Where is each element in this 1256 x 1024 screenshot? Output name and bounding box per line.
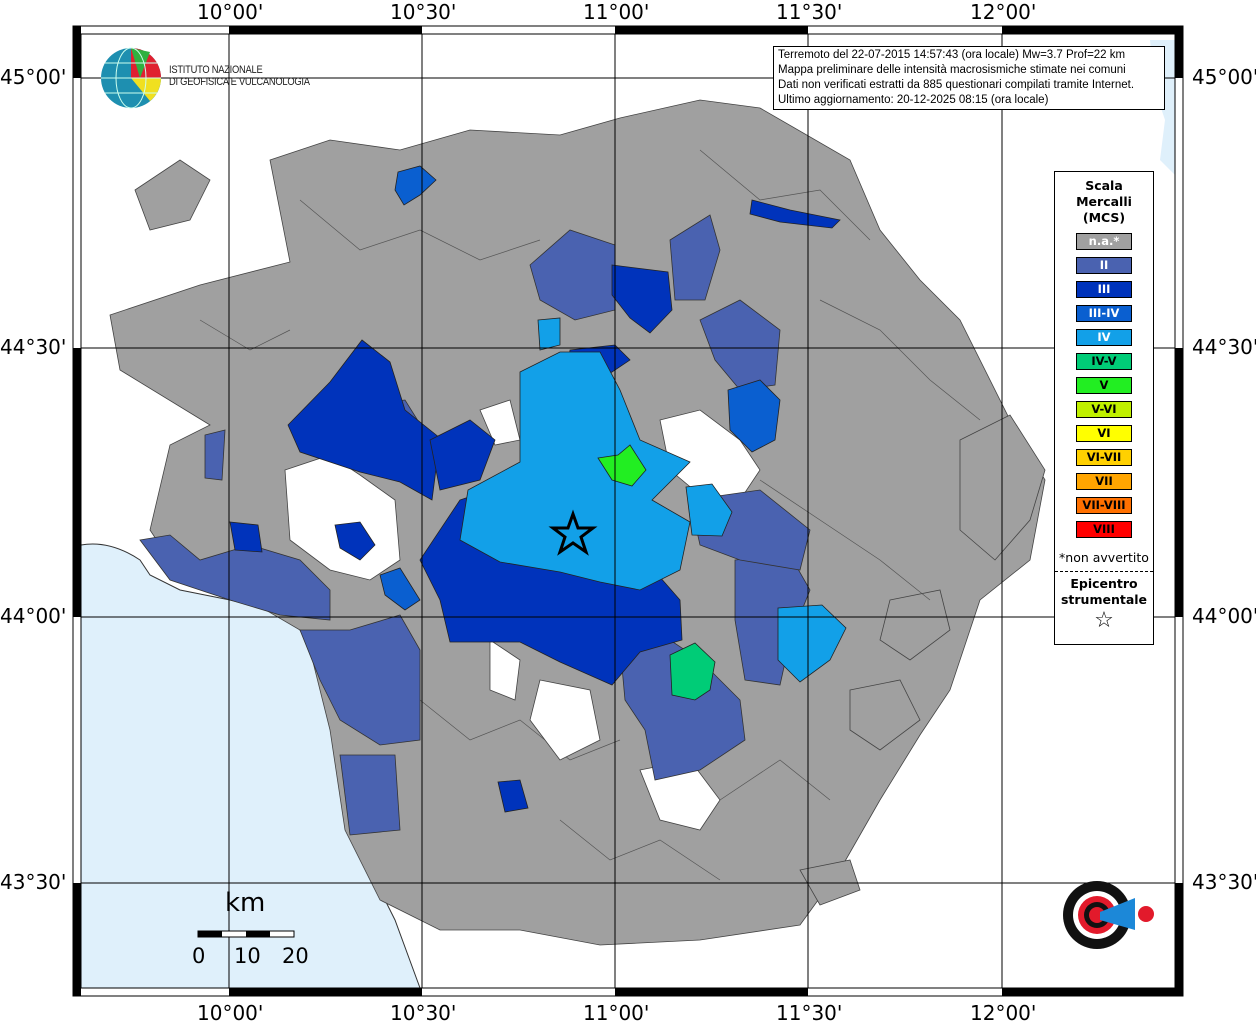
legend-swatch-na: n.a.* bbox=[1076, 233, 1132, 250]
info-line: Dati non verificati estratti da 885 ques… bbox=[778, 79, 1135, 91]
lat-label-left: 44°30' bbox=[0, 335, 67, 359]
legend-swatch-iii: III bbox=[1076, 281, 1132, 298]
lon-label-top: 11°00' bbox=[583, 0, 650, 24]
scale-label: 20 bbox=[282, 944, 309, 968]
legend-title-line: (MCS) bbox=[1082, 210, 1126, 225]
legend-title-line: Scala bbox=[1085, 178, 1123, 193]
legend-swatch-iv-v: IV-V bbox=[1076, 353, 1132, 370]
lat-label-right: 43°30' bbox=[1192, 870, 1256, 894]
lat-label-right: 44°30' bbox=[1192, 335, 1256, 359]
legend-swatch-vi-vii: VI-VII bbox=[1076, 449, 1132, 466]
lat-label-left: 45°00' bbox=[0, 65, 67, 89]
lon-label-top: 11°30' bbox=[776, 0, 843, 24]
legend-note: *non avvertito bbox=[1059, 550, 1149, 565]
lat-label-left: 43°30' bbox=[0, 870, 67, 894]
epicenter-legend-title: Epicentro strumentale bbox=[1055, 576, 1153, 608]
legend-title-line: Mercalli bbox=[1076, 194, 1132, 209]
scale-unit: km bbox=[225, 888, 266, 918]
legend-swatch-ii: II bbox=[1076, 257, 1132, 274]
ingv-logo-globe bbox=[101, 47, 161, 109]
lon-label-top: 12°00' bbox=[970, 0, 1037, 24]
lat-label-right: 44°00' bbox=[1192, 604, 1256, 628]
info-box: Terremoto del 22-07-2015 14:57:43 (ora l… bbox=[773, 46, 1165, 110]
lon-label-top: 10°30' bbox=[390, 0, 457, 24]
ingv-logo-text: ISTITUTO NAZIONALE DI GEOFISICA E VULCAN… bbox=[169, 64, 310, 88]
legend-title: Scala Mercalli (MCS) bbox=[1055, 178, 1153, 226]
legend-swatch-iv: IV bbox=[1076, 329, 1132, 346]
ingv-name-line2: DI GEOFISICA E VULCANOLOGIA bbox=[169, 76, 310, 88]
legend-swatch-vi: VI bbox=[1076, 425, 1132, 442]
legend: Scala Mercalli (MCS) n.a.* II III III-IV IV I… bbox=[1054, 171, 1154, 645]
lat-label-right: 45°00' bbox=[1192, 65, 1256, 89]
legend-swatches: n.a.* II III III-IV IV IV-V V V-VI VI VI-VII VII VI… bbox=[1055, 233, 1153, 538]
legend-divider bbox=[1055, 571, 1153, 572]
info-line: Mappa preliminare delle intensità macros… bbox=[778, 64, 1126, 76]
lon-label-bottom: 11°00' bbox=[583, 1001, 650, 1024]
legend-swatch-vii-viii: VII-VIII bbox=[1076, 497, 1132, 514]
epicenter-title-line: Epicentro bbox=[1070, 576, 1138, 591]
epicenter-star-icon: ☆ bbox=[1094, 608, 1114, 633]
lon-label-bottom: 10°00' bbox=[197, 1001, 264, 1024]
scale-label: 10 bbox=[234, 944, 261, 968]
haisentito-logo bbox=[1063, 881, 1154, 949]
lon-label-bottom: 12°00' bbox=[970, 1001, 1037, 1024]
lon-label-bottom: 10°30' bbox=[390, 1001, 457, 1024]
municipalities-not-felt-west bbox=[134, 159, 211, 231]
legend-swatch-v-vi: V-VI bbox=[1076, 401, 1132, 418]
legend-swatch-v: V bbox=[1076, 377, 1132, 394]
epicenter-title-line: strumentale bbox=[1060, 592, 1148, 607]
legend-swatch-viii: VIII bbox=[1076, 521, 1132, 538]
info-line: Terremoto del 22-07-2015 14:57:43 (ora l… bbox=[778, 49, 1126, 61]
ingv-name-line1: ISTITUTO NAZIONALE bbox=[169, 64, 263, 76]
lon-label-top: 10°00' bbox=[197, 0, 264, 24]
scale-label: 0 bbox=[192, 944, 206, 968]
info-line: Ultimo aggiornamento: 20-12-2025 08:15 (… bbox=[778, 94, 1049, 106]
legend-swatch-iii-iv: III-IV bbox=[1076, 305, 1132, 322]
lat-label-left: 44°00' bbox=[0, 604, 67, 628]
intensity-map: Terremoto del 22-07-2015 14:57:43 (ora l… bbox=[0, 0, 1256, 1024]
lon-label-bottom: 11°30' bbox=[776, 1001, 843, 1024]
legend-swatch-vii: VII bbox=[1076, 473, 1132, 490]
scale-bar bbox=[197, 930, 295, 938]
